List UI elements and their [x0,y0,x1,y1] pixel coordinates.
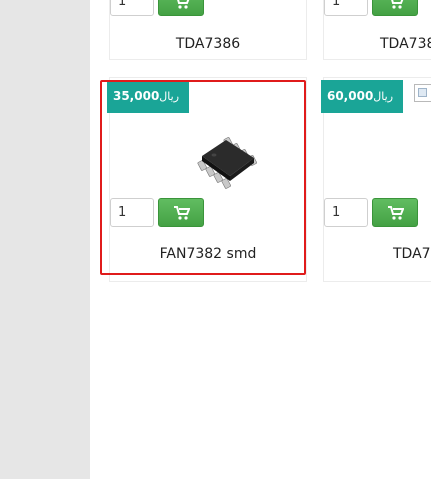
price-badge: ریال60,000 [321,80,403,113]
product-title[interactable]: TDA7 [393,246,431,262]
quantity-input[interactable] [324,0,368,16]
quantity-input[interactable] [324,198,368,227]
shopping-cart-icon [388,206,404,220]
product-title[interactable]: TDA738 [380,36,431,52]
shopping-cart-icon [391,0,404,9]
quantity-input[interactable] [110,0,154,16]
shopping-cart-icon [177,0,190,9]
price-value: 60,000 [326,89,374,103]
selection-highlight [100,80,306,275]
currency-label: ریال [373,90,394,103]
broken-image-icon[interactable] [414,84,431,102]
add-to-cart-button[interactable] [372,0,418,16]
add-to-cart-button[interactable] [158,0,204,16]
add-to-cart-button[interactable] [372,198,418,227]
product-title[interactable]: TDA7386 [109,36,307,52]
left-gutter [0,0,90,479]
